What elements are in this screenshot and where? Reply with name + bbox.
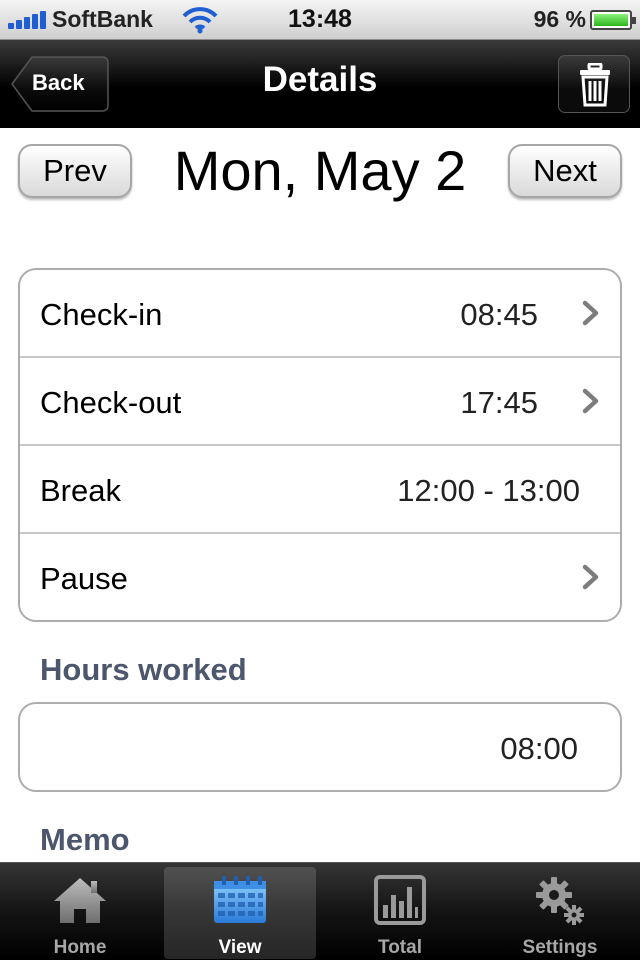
hours-worked-heading: Hours worked: [40, 652, 247, 687]
tab-home[interactable]: Home: [4, 867, 156, 959]
row-label: Check-out: [40, 385, 182, 420]
chevron-right-icon: [582, 388, 599, 414]
row-label: Check-in: [40, 297, 163, 332]
chevron-right-icon: [582, 564, 599, 590]
gear-icon: [536, 877, 584, 925]
tab-settings[interactable]: Settings: [484, 867, 636, 959]
check-in-row[interactable]: Check-in 08:45: [20, 270, 620, 358]
hours-worked-value: 08:00: [500, 731, 578, 766]
row-value: 17:45: [460, 385, 538, 420]
calendar-icon: [214, 876, 266, 923]
tab-label: Settings: [522, 937, 598, 958]
prev-button[interactable]: Prev: [18, 144, 132, 198]
next-button[interactable]: Next: [508, 144, 622, 198]
tab-label: View: [218, 937, 262, 958]
tab-label: Home: [53, 937, 107, 958]
battery-percentage: 96 %: [533, 6, 586, 32]
row-value: 08:45: [460, 297, 538, 332]
page-title: Details: [262, 60, 378, 99]
tab-bar: Home View Total Settings: [0, 862, 640, 960]
date-title: Mon, May 2: [173, 139, 467, 202]
row-label: Break: [40, 473, 121, 508]
tab-label: Total: [378, 937, 422, 958]
trash-icon: [580, 63, 610, 107]
break-row: Break 12:00 - 13:00: [20, 446, 620, 534]
status-bar: SoftBank 13:48 96 %: [0, 0, 640, 40]
pause-row[interactable]: Pause: [20, 534, 620, 620]
chevron-right-icon: [582, 300, 599, 326]
row-value: 12:00 - 13:00: [397, 473, 580, 508]
tab-total[interactable]: Total: [324, 867, 476, 959]
navigation-bar: Back Details: [0, 40, 640, 128]
hours-worked-field: 08:00: [18, 702, 622, 792]
times-table: Check-in 08:45 Check-out 17:45 Break 12:…: [18, 268, 622, 622]
delete-button[interactable]: [558, 55, 630, 113]
row-label: Pause: [40, 561, 128, 596]
home-icon: [54, 878, 106, 923]
tab-view[interactable]: View: [164, 867, 316, 959]
check-out-row[interactable]: Check-out 17:45: [20, 358, 620, 446]
battery-icon: [590, 10, 636, 30]
bar-chart-icon: [374, 875, 426, 925]
memo-heading: Memo: [40, 822, 130, 857]
